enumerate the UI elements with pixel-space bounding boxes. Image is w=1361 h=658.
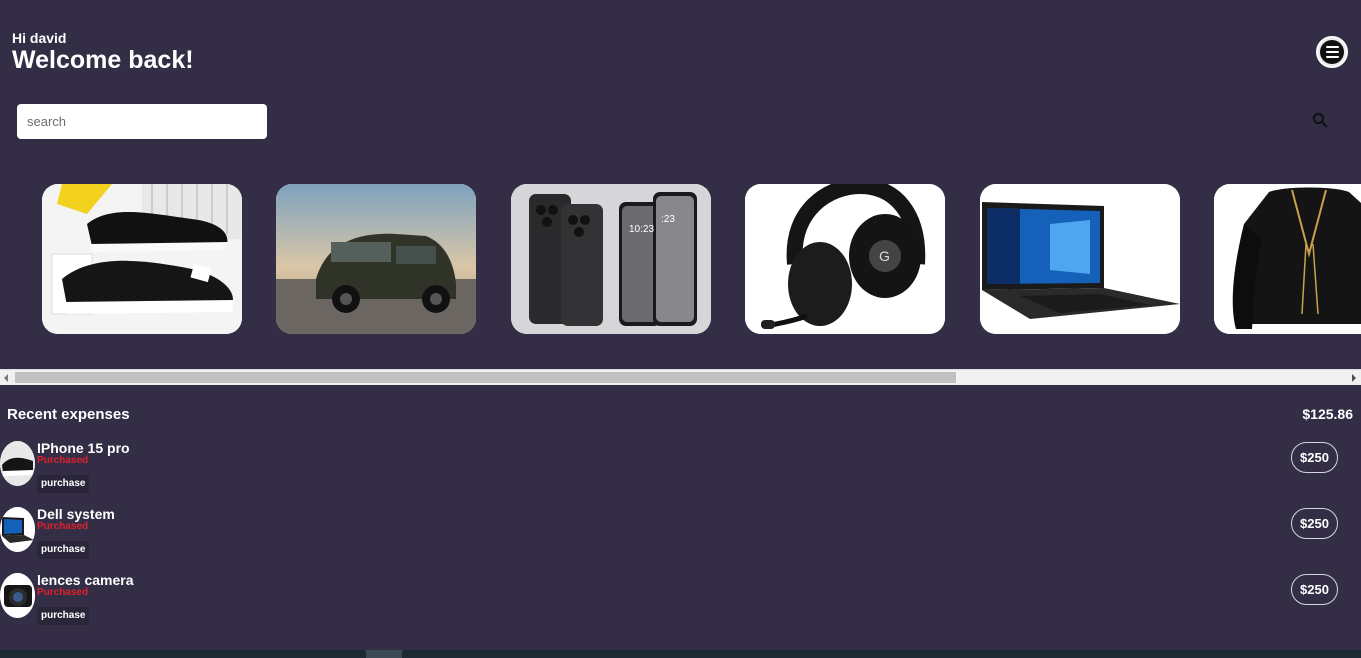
- headset-image: G: [745, 184, 945, 334]
- search-icon[interactable]: [1312, 112, 1328, 128]
- taskbar-active-app[interactable]: [366, 650, 402, 658]
- expense-amount-button[interactable]: $250: [1291, 574, 1338, 605]
- carousel-item-sneakers[interactable]: [42, 184, 242, 334]
- expense-amount-button[interactable]: $250: [1291, 508, 1338, 539]
- recent-expenses-total: $125.86: [1302, 406, 1353, 422]
- expense-item[interactable]: Dell system Purchased purchase $250: [0, 506, 1361, 569]
- product-carousel: 10:23 :23 G: [0, 170, 1361, 370]
- expense-status: Purchased: [37, 521, 89, 532]
- expense-tag: purchase: [37, 541, 90, 559]
- avatar: [0, 507, 35, 552]
- expense-item[interactable]: IPhone 15 pro Purchased purchase $250: [0, 440, 1361, 503]
- sneakers-image: [42, 184, 242, 334]
- scrollbar-thumb[interactable]: [15, 372, 956, 383]
- expense-name: Dell system: [37, 506, 115, 522]
- recent-expenses-title: Recent expenses: [7, 406, 130, 423]
- expense-name: IPhone 15 pro: [37, 440, 130, 456]
- carousel-item-headset[interactable]: G: [745, 184, 945, 334]
- greeting-block: Hi david Welcome back!: [12, 30, 194, 74]
- horizontal-scrollbar[interactable]: [0, 369, 1361, 385]
- camera-thumbnail-icon: [0, 573, 35, 618]
- expense-tag: purchase: [37, 607, 90, 625]
- expense-status: Purchased: [37, 587, 89, 598]
- carousel-item-blouse[interactable]: [1214, 184, 1361, 334]
- carousel-item-car[interactable]: [276, 184, 476, 334]
- svg-text::23: :23: [661, 214, 675, 225]
- blouse-image: [1214, 184, 1361, 334]
- avatar: [0, 441, 35, 486]
- expense-status: Purchased: [37, 455, 89, 466]
- svg-text:G: G: [879, 248, 890, 264]
- carousel-item-laptop[interactable]: [980, 184, 1180, 334]
- search-input[interactable]: [17, 104, 267, 139]
- expense-amount-button[interactable]: $250: [1291, 442, 1338, 473]
- phone-image: 10:23 :23: [511, 184, 711, 334]
- sneakers-thumbnail-icon: [0, 441, 35, 486]
- expense-name: lences camera: [37, 572, 134, 588]
- avatar: [0, 573, 35, 618]
- expense-item[interactable]: lences camera Purchased purchase $250: [0, 572, 1361, 635]
- laptop-thumbnail-icon: [0, 507, 35, 552]
- car-image: [276, 184, 476, 334]
- carousel-item-phones[interactable]: 10:23 :23: [511, 184, 711, 334]
- expense-tag: purchase: [37, 475, 90, 493]
- hamburger-menu-icon: [1320, 40, 1344, 64]
- greeting-text: Hi david: [12, 30, 67, 46]
- laptop-image: [980, 184, 1180, 334]
- os-taskbar: [0, 650, 1361, 658]
- scroll-left-icon[interactable]: [4, 374, 8, 382]
- page-title: Welcome back!: [12, 46, 194, 74]
- svg-text:10:23: 10:23: [629, 224, 654, 235]
- menu-button[interactable]: [1316, 36, 1348, 68]
- scroll-right-icon[interactable]: [1352, 374, 1356, 382]
